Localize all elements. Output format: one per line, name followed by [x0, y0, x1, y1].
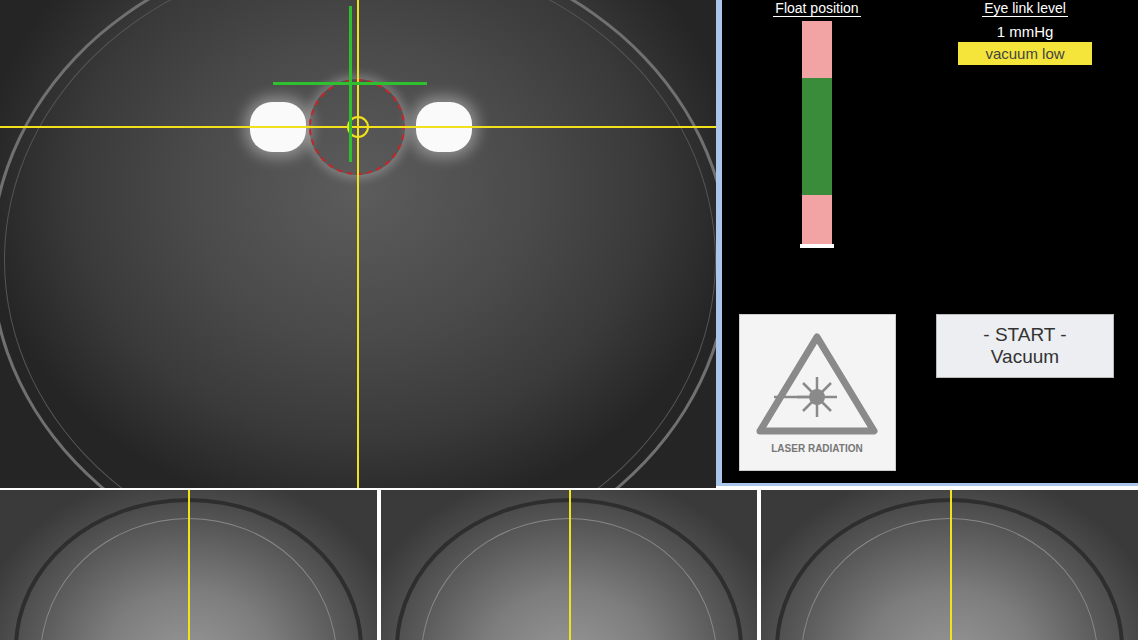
- button-column: - START -Vacuum: [912, 300, 1138, 483]
- eye-link-column: Eye link level 1 mmHg vacuum low: [912, 0, 1138, 300]
- side-camera-view: [381, 490, 758, 640]
- float-label: Float position: [773, 1, 860, 17]
- status-panel: Float position Eye link level 1 mmHg vacuum…: [716, 0, 1138, 486]
- gauge-high-zone: [802, 21, 832, 78]
- side-camera-view: [0, 490, 377, 640]
- float-gauge: [802, 21, 832, 248]
- eye-link-label: Eye link level: [982, 1, 1068, 17]
- center-line: [188, 490, 190, 640]
- button-text-line: Vacuum: [991, 346, 1059, 368]
- start-vacuum-button[interactable]: - START -Vacuum: [936, 314, 1114, 378]
- vacuum-warning-badge: vacuum low: [958, 42, 1092, 65]
- vertical-crosshair: [357, 0, 359, 488]
- suction-ring-inner: [4, 0, 716, 488]
- laser-column: LASER RADIATION: [722, 300, 912, 483]
- side-camera-strip: [0, 490, 1138, 640]
- center-line: [569, 490, 571, 640]
- gauge-low-zone: [802, 195, 832, 248]
- button-text-line: - START -: [983, 324, 1066, 346]
- laser-warning-label: LASER RADIATION: [771, 443, 862, 454]
- center-line: [950, 490, 952, 640]
- float-marker: [800, 244, 834, 248]
- laser-warning-sign: LASER RADIATION: [739, 314, 896, 471]
- main-camera-view: [0, 0, 716, 488]
- gauge-ok-zone: [802, 78, 832, 195]
- top-area: Float position Eye link level 1 mmHg vacuum…: [0, 0, 1138, 488]
- laser-hazard-icon: [754, 331, 880, 439]
- green-crosshair-v: [349, 6, 352, 162]
- eye-link-reading: 1 mmHg: [997, 23, 1054, 40]
- float-column: Float position: [722, 0, 912, 300]
- side-camera-view: [761, 490, 1138, 640]
